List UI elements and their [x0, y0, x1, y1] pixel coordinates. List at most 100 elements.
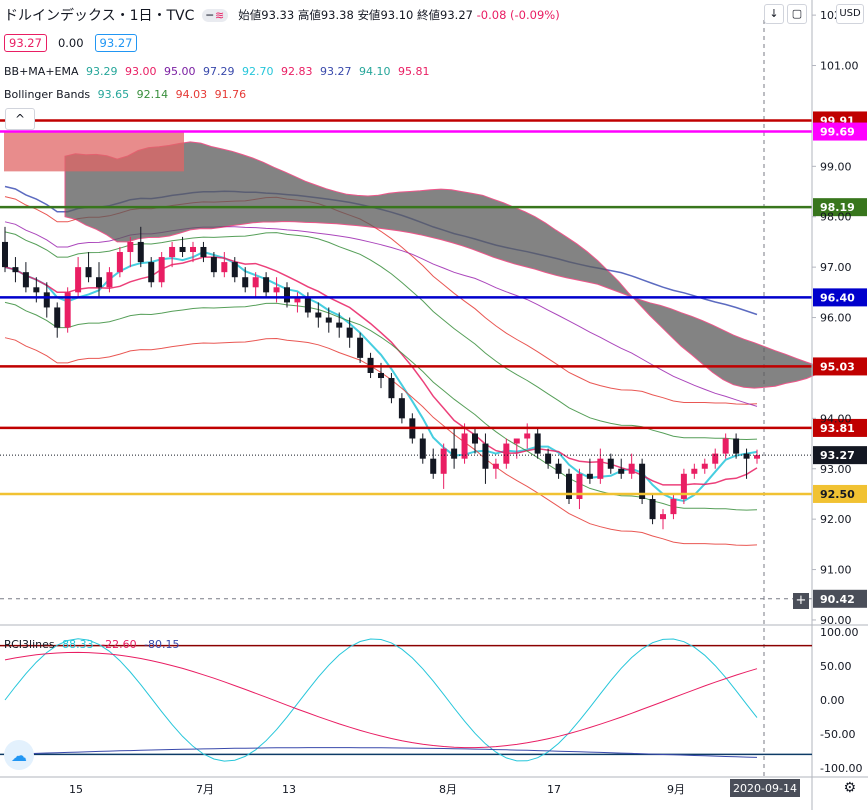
candle-body — [127, 241, 134, 253]
candle-body — [12, 267, 19, 273]
price-tick-label: 98.00 — [820, 211, 852, 224]
candle-body — [440, 448, 447, 474]
price-tick-label: 97.00 — [820, 261, 852, 274]
candle-body — [534, 433, 541, 454]
tradingview-logo-icon[interactable]: ☁ — [4, 740, 34, 770]
candle-body — [284, 287, 290, 303]
candle-body — [325, 317, 332, 323]
time-axis[interactable]: 15 7月 13 8月 17 9月 2020-09-14 — [69, 779, 800, 797]
candle-body — [33, 287, 40, 293]
candle-body — [357, 337, 364, 358]
candle-body — [137, 241, 144, 263]
candle-body — [430, 458, 437, 474]
time-tick-label: 15 — [69, 783, 83, 796]
candle-body — [169, 246, 176, 258]
candle-body — [242, 277, 249, 288]
candle-body — [482, 443, 489, 469]
spread-value: 0.00 — [57, 36, 84, 50]
candle-body — [513, 438, 520, 444]
candle-body — [618, 468, 625, 474]
candle-body — [304, 297, 311, 313]
candle-body — [722, 438, 729, 454]
candle-body — [378, 372, 384, 379]
candle-body — [263, 277, 270, 293]
candle-body — [221, 262, 228, 273]
candle-body — [75, 267, 82, 293]
legend-rci[interactable]: RCI3lines 88.33 -22.60 -80.15 — [4, 638, 180, 651]
candle-body — [503, 443, 510, 464]
candle-body — [680, 473, 687, 499]
candle-body — [451, 448, 458, 459]
candle-body — [200, 246, 207, 258]
level-label: 95.03 — [820, 360, 855, 373]
candle-body — [273, 287, 280, 293]
level-label: 92.50 — [820, 488, 855, 501]
candle-body — [743, 453, 750, 459]
price-box: 93.27 0.00 93.27 — [4, 34, 138, 52]
candlesticks — [2, 226, 760, 530]
rci-tick-label: 0.00 — [820, 694, 845, 707]
candle-body — [22, 272, 29, 288]
gear-icon[interactable]: ⚙ — [843, 780, 856, 796]
candle-body — [190, 246, 196, 253]
crosshair-label: 90.42 — [820, 593, 855, 606]
price-tick-label: 94.00 — [820, 412, 852, 425]
currency-label[interactable]: USD — [836, 4, 864, 24]
rci-tick-label: 50.00 — [820, 660, 852, 673]
candle-body — [586, 473, 593, 479]
price-tick-label: 90.00 — [820, 614, 852, 627]
candle-body — [419, 438, 426, 459]
candle-body — [252, 277, 259, 288]
candle-body — [660, 514, 666, 520]
candle-body — [733, 438, 740, 454]
candle-body — [566, 473, 572, 499]
candle-body — [315, 312, 322, 318]
collapse-legend-button[interactable]: ^ — [5, 108, 35, 130]
price-tick-label: 92.00 — [820, 513, 852, 526]
arrow-down-icon[interactable]: ↓ — [764, 4, 784, 24]
chart-type-toggle[interactable]: ━ ≋ — [202, 8, 229, 22]
candle-body — [2, 241, 8, 268]
candle-body — [106, 272, 113, 288]
candle-body — [607, 458, 614, 469]
candle-body — [649, 498, 656, 520]
last-price-label: 93.27 — [820, 449, 855, 462]
candle-body — [388, 378, 395, 399]
candle-body — [336, 322, 343, 328]
candle-body — [701, 463, 708, 469]
legend-bb-ma-ema[interactable]: BB+MA+EMA 93.29 93.00 95.00 97.29 92.70 … — [4, 65, 430, 78]
price-tick-label: 96.00 — [820, 312, 852, 325]
bid-price[interactable]: 93.27 — [4, 34, 47, 52]
candle-body — [179, 246, 186, 253]
legend-bollinger[interactable]: Bollinger Bands 93.65 92.14 94.03 91.76 — [4, 88, 246, 101]
rci-tick-label: -50.00 — [820, 728, 855, 741]
candle-body — [54, 307, 61, 328]
level-label: 99.69 — [820, 126, 855, 139]
candle-body — [576, 473, 583, 499]
indicator-lines — [4, 131, 818, 546]
candle-body — [231, 262, 238, 278]
candle-body — [96, 277, 102, 288]
ask-price[interactable]: 93.27 — [94, 34, 138, 52]
ohlc-values: 始値93.33 高値93.38 安値93.10 終値93.27 -0.08 (-… — [238, 8, 560, 22]
chart-canvas[interactable]: 99.9199.6998.1996.4095.0393.8192.5093.27… — [0, 0, 868, 810]
ichimoku-cloud-red — [4, 131, 184, 172]
symbol-title[interactable]: ドルインデックス・1日・TVC — [4, 5, 194, 25]
time-tick-label: 8月 — [439, 783, 457, 796]
candle-body — [492, 463, 499, 469]
fullscreen-icon[interactable]: ▢ — [787, 4, 807, 24]
candle-body — [472, 433, 478, 444]
date-badge: 2020-09-14 — [733, 782, 797, 795]
time-tick-label: 13 — [282, 783, 296, 796]
candle-body — [148, 262, 155, 283]
price-tick-label: 101.00 — [820, 60, 859, 73]
rci-tick-label: -100.00 — [820, 762, 862, 775]
rci-tick-label: 100.00 — [820, 626, 859, 639]
candle-body — [43, 292, 50, 308]
rci-line — [4, 651, 758, 749]
rci-line — [4, 747, 758, 758]
candle-body — [398, 398, 405, 419]
candle-body — [555, 463, 562, 474]
plus-icon[interactable]: + — [793, 593, 809, 609]
rci-line — [4, 638, 758, 762]
